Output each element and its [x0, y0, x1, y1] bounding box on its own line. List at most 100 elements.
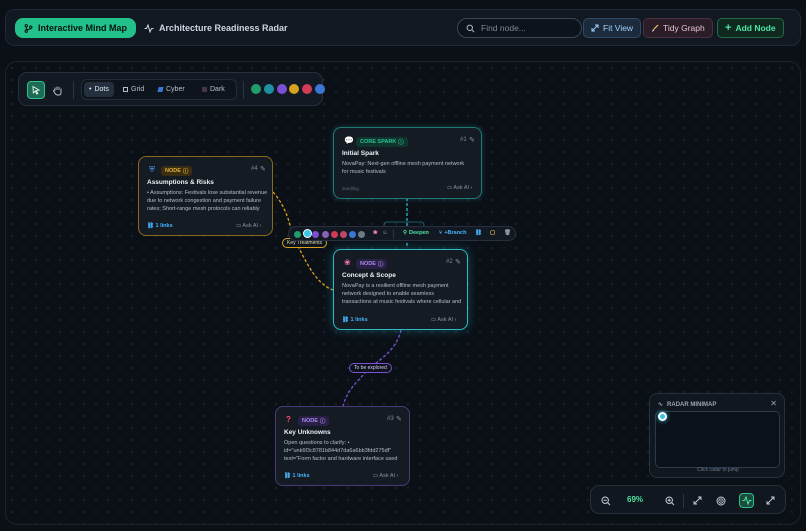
color-swatch[interactable]: [276, 84, 287, 94]
tab-mind-map[interactable]: Interactive Mind Map: [15, 18, 137, 38]
node-color-swatch[interactable]: [294, 231, 301, 238]
node-links-label: 1 links: [292, 473, 310, 479]
node-initial-spark[interactable]: 💬 CORE SPARK ⓘ #1 ✎ Initial Spark NovaPay…: [333, 127, 482, 199]
color-swatch[interactable]: [289, 84, 300, 94]
fullscreen-button[interactable]: [763, 493, 778, 508]
ask-ai-label: Ask AI: [437, 317, 454, 323]
select-tool[interactable]: [27, 81, 45, 99]
node-badge: NODE ⓘ: [161, 166, 193, 176]
tidy-graph-button[interactable]: Tidy Graph: [643, 18, 713, 38]
cyber-icon: [157, 87, 164, 92]
question-icon: ?: [286, 415, 291, 424]
tab-radar-label: Architecture Readiness Radar: [159, 23, 288, 33]
fit-screen-button[interactable]: [690, 493, 705, 508]
bg-option-dots[interactable]: • Dots: [84, 82, 114, 97]
radar-toggle-button[interactable]: [739, 493, 754, 508]
comment-icon[interactable]: ▢: [490, 230, 495, 236]
edit-icon[interactable]: ✎: [469, 136, 475, 144]
edge-label-to-be-explored[interactable]: To be explored: [349, 363, 392, 373]
emoji-picker-icon[interactable]: ❀: [373, 230, 378, 236]
link-icon: ⛓: [342, 317, 351, 323]
node-color-swatch[interactable]: [312, 231, 320, 238]
cursor-icon: [32, 85, 41, 95]
deepen-button[interactable]: ⚲ Deepen: [403, 230, 429, 236]
zoom-out-button[interactable]: [598, 493, 613, 508]
info-icon: ⓘ: [182, 169, 189, 175]
node-color-swatch[interactable]: [349, 231, 357, 238]
pulse-icon: [144, 23, 154, 33]
tab-mind-map-label: Interactive Mind Map: [38, 23, 128, 33]
shield-icon: ⛨: [149, 165, 155, 174]
node-links: ⛓ 1 links: [284, 473, 310, 479]
zoombar-divider: [683, 494, 684, 508]
ask-ai-button[interactable]: ▭ Ask AI ›: [447, 185, 472, 191]
edit-icon[interactable]: ✎: [396, 415, 402, 423]
radar-minimap: ∿ RADAR MINIMAP ✕ Click radar to jump: [649, 393, 785, 478]
node-concept-scope[interactable]: ❀ NODE ⓘ #2 ✎ Concept & Scope NovaPay is …: [333, 249, 468, 330]
close-icon[interactable]: ✕: [770, 399, 777, 408]
edit-icon[interactable]: ✎: [455, 258, 461, 266]
node-assumptions-risks[interactable]: ⛨ NODE ⓘ #4 ✎ Assumptions & Risks • Assum…: [138, 156, 273, 236]
pan-tool[interactable]: [48, 81, 66, 99]
node-title: Assumptions & Risks: [147, 179, 214, 186]
minimap-radar-area[interactable]: [655, 411, 780, 468]
node-links-label: 1 links: [350, 317, 368, 323]
color-swatch[interactable]: [315, 84, 325, 94]
edit-icon[interactable]: ✎: [260, 165, 266, 173]
node-color-swatch[interactable]: [330, 231, 338, 238]
minimap-position-marker: [658, 412, 667, 421]
tidy-graph-label: Tidy Graph: [663, 23, 705, 33]
node-index: #1: [460, 137, 467, 143]
mind-map-canvas[interactable]: • Dots Grid Cyber Dark 💬 CORE SPARK ⓘ #1 ✎…: [5, 61, 801, 525]
info-icon: ⓘ: [377, 262, 384, 268]
color-swatch[interactable]: [251, 84, 261, 94]
color-swatch[interactable]: [302, 84, 313, 94]
zoom-controls: 69%: [590, 485, 786, 514]
nodebar-divider: [393, 229, 394, 239]
node-color-swatch[interactable]: [303, 229, 313, 238]
node-links: ⛓ 1 links: [342, 317, 368, 323]
search-input[interactable]: [481, 23, 576, 33]
branch-button[interactable]: ⑂ +Branch: [439, 230, 466, 236]
search-icon: [466, 24, 475, 32]
node-color-swatch[interactable]: [321, 231, 329, 238]
node-title: Key Unknowns: [284, 429, 331, 436]
fit-view-button[interactable]: Fit View: [583, 18, 642, 38]
ask-ai-button[interactable]: ▭ Ask AI ›: [431, 317, 456, 323]
zoom-level: 69%: [627, 495, 644, 504]
dark-icon: [202, 87, 207, 92]
tab-radar[interactable]: Architecture Readiness Radar: [144, 18, 288, 38]
node-meta: seedling: [342, 186, 359, 191]
chat-icon: 💬: [344, 136, 354, 145]
minimap-hint: Click radar to jump: [697, 467, 739, 473]
node-color-swatch[interactable]: [358, 231, 366, 238]
bg-option-cyber[interactable]: Cyber: [153, 82, 190, 97]
node-index: #2: [446, 259, 453, 265]
add-node-button[interactable]: + Add Node: [717, 18, 784, 38]
smile-icon[interactable]: ☺: [382, 230, 388, 236]
deepen-label: Deepen: [409, 230, 429, 236]
minimap-title-label: RADAR MINIMAP: [667, 401, 717, 408]
toolbar-divider: [73, 81, 74, 99]
node-color-swatch[interactable]: [340, 231, 347, 238]
link-icon: ⛓: [284, 473, 293, 479]
node-badge-label: NODE: [302, 418, 318, 424]
focus-button[interactable]: [713, 493, 728, 508]
ask-ai-button[interactable]: ▭ Ask AI ›: [373, 473, 398, 479]
node-index: #4: [251, 166, 258, 172]
node-key-unknowns[interactable]: ? NODE ⓘ #3 ✎ Key Unknowns Open questions…: [275, 406, 410, 486]
node-badge: CORE SPARK ⓘ: [356, 137, 408, 147]
minimap-title: ∿ RADAR MINIMAP: [658, 401, 717, 409]
node-body: • Assumptions: Festivals lose substantia…: [147, 190, 268, 212]
bg-option-grid[interactable]: Grid: [118, 82, 149, 97]
node-body: NovaPay is a resilient offline mesh paym…: [342, 283, 462, 305]
ask-ai-button[interactable]: ▭ Ask AI ›: [236, 223, 261, 229]
node-title: Initial Spark: [342, 150, 379, 157]
link-icon[interactable]: ⛓: [475, 230, 482, 236]
bg-option-dark[interactable]: Dark: [197, 82, 230, 97]
trash-icon[interactable]: 🗑: [504, 230, 511, 236]
app-root: Interactive Mind Map Architecture Readin…: [0, 0, 806, 531]
color-swatch[interactable]: [263, 84, 274, 94]
zoom-in-button[interactable]: [662, 493, 677, 508]
node-index: #3: [387, 416, 394, 422]
